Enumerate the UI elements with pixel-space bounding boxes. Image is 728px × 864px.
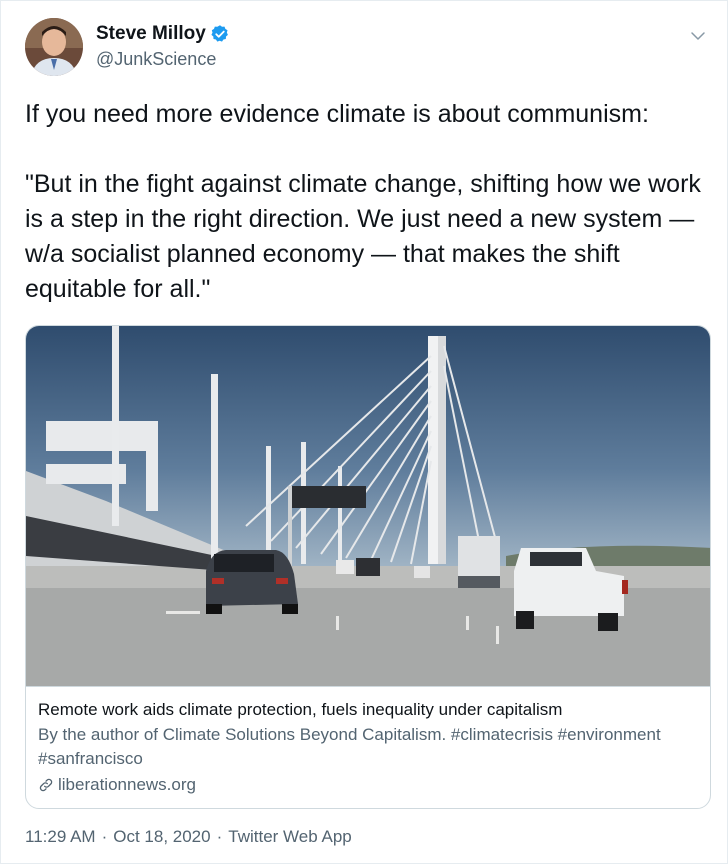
user-info[interactable]: Steve Milloy @JunkScience (96, 23, 230, 70)
card-image[interactable] (26, 326, 711, 686)
card-description: By the author of Climate Solutions Beyon… (38, 725, 661, 768)
tweet-source[interactable]: Twitter Web App (228, 827, 351, 847)
card-title[interactable]: Remote work aids climate protection, fue… (38, 699, 700, 721)
link-card[interactable]: Remote work aids climate protection, fue… (25, 325, 711, 809)
card-domain-row: liberationnews.org (38, 773, 700, 797)
tweet-text: If you need more evidence climate is abo… (25, 100, 701, 303)
verified-badge-icon (211, 25, 228, 42)
tweet-metadata: 11:29 AM · Oct 18, 2020 · Twitter Web Ap… (25, 827, 352, 847)
tweet-time[interactable]: 11:29 AM (25, 827, 96, 847)
avatar[interactable] (25, 18, 83, 76)
avatar-image (25, 18, 83, 76)
separator-dot: · (101, 827, 108, 846)
chevron-down-icon[interactable] (689, 27, 707, 45)
link-icon (39, 778, 53, 792)
tweet-date[interactable]: Oct 18, 2020 (113, 827, 210, 847)
handle[interactable]: @JunkScience (96, 49, 230, 70)
tweet-container: Steve Milloy @JunkScience If you need mo… (0, 0, 728, 864)
display-name-row: Steve Milloy (96, 23, 230, 45)
card-domain: liberationnews.org (58, 775, 196, 794)
separator-dot: · (216, 827, 223, 846)
card-body[interactable]: Remote work aids climate protection, fue… (26, 686, 710, 808)
display-name[interactable]: Steve Milloy (96, 23, 206, 45)
